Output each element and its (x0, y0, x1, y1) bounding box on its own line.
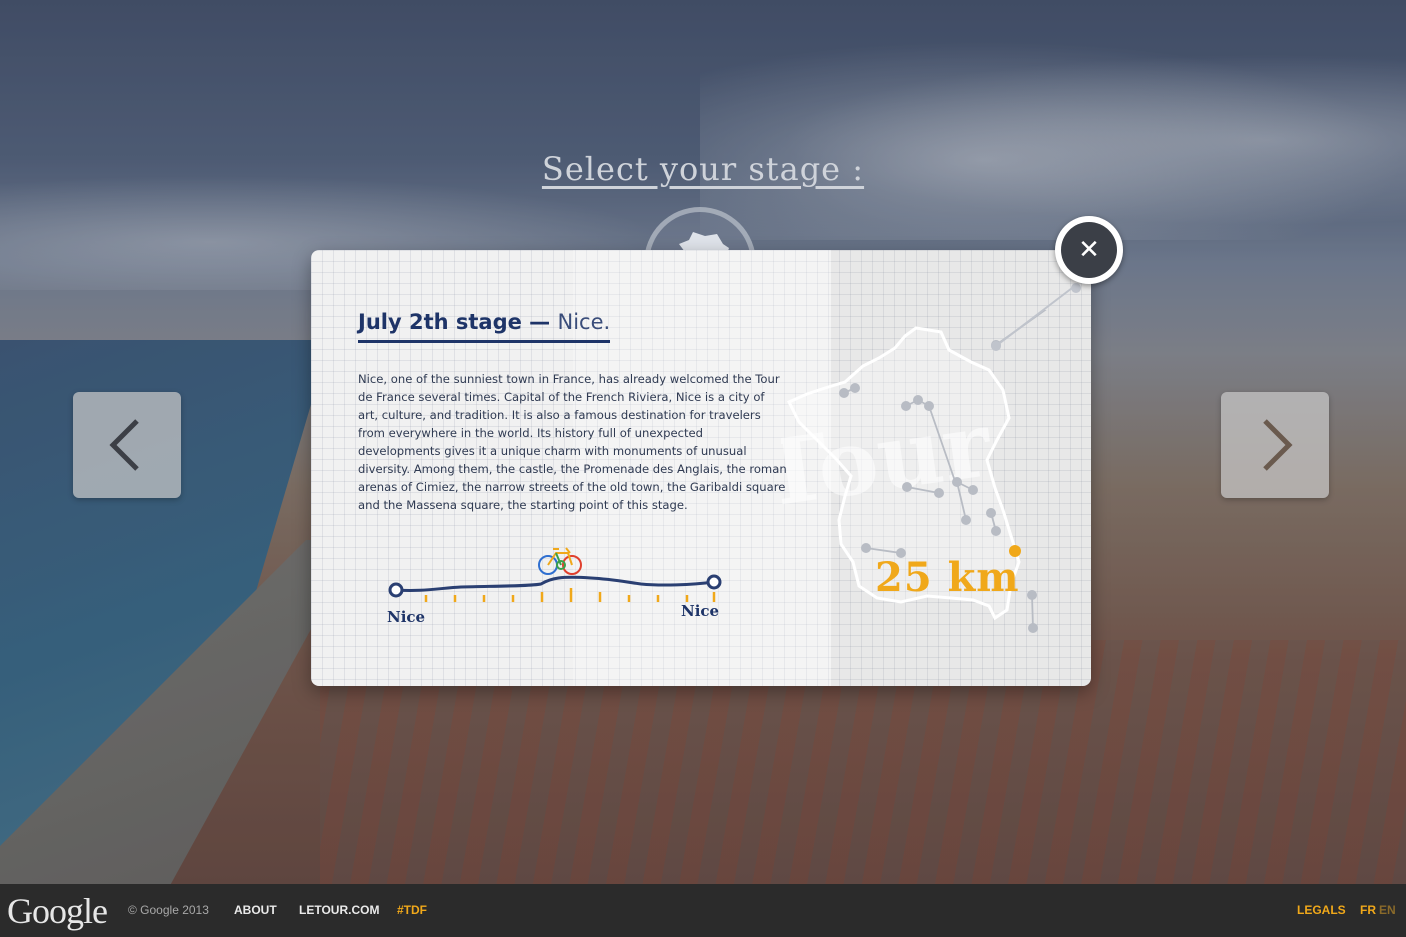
letour-link[interactable]: LETOUR.COM (299, 903, 379, 917)
tdf-hashtag-link[interactable]: #TDF (397, 903, 427, 917)
language-fr-link[interactable]: FR (1360, 903, 1376, 917)
language-en-link[interactable]: EN (1379, 903, 1396, 917)
elevation-profile (388, 547, 722, 602)
bicycle-icon (538, 547, 582, 575)
stage-title: July 2th stage — Nice. (358, 310, 611, 343)
footer-bar: Google © Google 2013 ABOUT LETOUR.COM #T… (0, 884, 1406, 937)
legals-link[interactable]: LEGALS (1297, 903, 1346, 917)
stage-description: Nice, one of the sunniest town in France… (358, 372, 787, 512)
close-icon: ✕ (1061, 222, 1117, 278)
stage-card: July 2th stage — Nice. Nice, one of the … (311, 250, 1091, 686)
end-city-label: Nice (681, 602, 720, 620)
next-stage-button[interactable] (1221, 392, 1329, 498)
close-connector-line (991, 283, 1081, 351)
copyright-text: © Google 2013 (128, 903, 209, 917)
previous-stage-button[interactable] (73, 392, 181, 498)
close-button[interactable]: ✕ (1055, 216, 1123, 284)
stage-distance: 25 km (875, 554, 1020, 601)
chevron-right-icon (1263, 419, 1293, 471)
about-link[interactable]: ABOUT (234, 903, 277, 917)
page-heading: Select your stage : (541, 150, 865, 188)
chevron-left-icon (109, 419, 139, 471)
km-ticks (424, 588, 716, 602)
stage-title-date: July 2th stage — (358, 310, 551, 334)
google-logo[interactable]: Google (7, 890, 108, 932)
start-city-label: Nice (387, 608, 426, 626)
stage-title-city: Nice. (557, 310, 611, 334)
